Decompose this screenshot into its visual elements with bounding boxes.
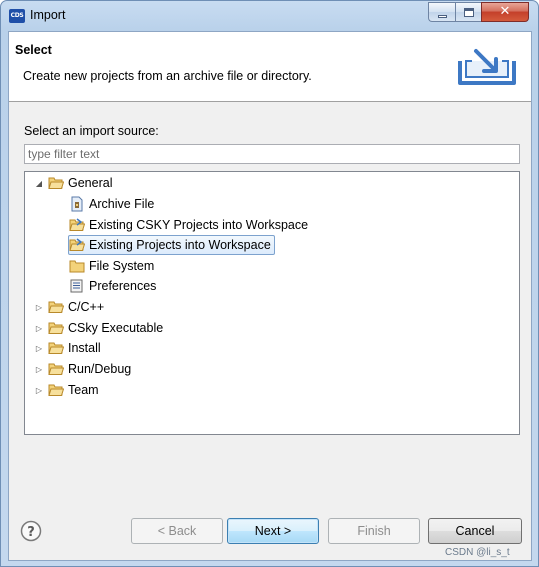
app-logo-icon: CDS [9, 9, 25, 23]
tree-node-label: File System [89, 259, 155, 273]
tree-node-install[interactable]: ▷ Install [34, 338, 101, 358]
finish-button[interactable]: Finish [328, 518, 420, 544]
close-icon: ✕ [499, 4, 511, 19]
dialog-client-area: Select Create new projects from an archi… [8, 31, 532, 561]
folder-open-icon [48, 382, 64, 398]
tree-node-label: Existing Projects into Workspace [89, 238, 271, 252]
minimize-button[interactable] [428, 2, 455, 22]
folder-open-icon [48, 320, 64, 336]
page-title: Select [15, 43, 52, 57]
tree-node-general[interactable]: ◢ General [34, 173, 113, 193]
import-dialog-window: CDS Import ✕ Select Create new projects … [0, 0, 539, 567]
tree-node-existing-projects-selected[interactable]: Existing Projects into Workspace [68, 235, 275, 255]
tree-node-csky-executable[interactable]: ▷ CSky Executable [34, 318, 163, 338]
collapsed-arrow-icon[interactable]: ▷ [34, 302, 44, 312]
archive-file-icon [69, 196, 85, 212]
cancel-button[interactable]: Cancel [428, 518, 522, 544]
folder-open-icon [48, 340, 64, 356]
collapsed-arrow-icon[interactable]: ▷ [34, 364, 44, 374]
tree-node-archive-file[interactable]: Archive File [69, 194, 154, 214]
tree-node-run-debug[interactable]: ▷ Run/Debug [34, 359, 131, 379]
folder-icon [69, 258, 85, 274]
import-banner-icon [458, 49, 516, 85]
folder-open-icon [48, 361, 64, 377]
svg-text:?: ? [27, 525, 35, 540]
minimize-icon [438, 15, 447, 18]
tree-node-label: Run/Debug [68, 362, 132, 376]
tree-node-label: C/C++ [68, 300, 105, 314]
close-button[interactable]: ✕ [481, 2, 529, 22]
tree-node-label: CSky Executable [68, 321, 164, 335]
tree-node-label: Team [68, 383, 99, 397]
page-description: Create new projects from an archive file… [23, 69, 312, 83]
window-title: Import [30, 8, 66, 22]
maximize-button[interactable] [455, 2, 481, 22]
watermark-text: CSDN @li_s_t [445, 547, 510, 558]
tree-node-team[interactable]: ▷ Team [34, 380, 99, 400]
help-icon[interactable]: ? [20, 520, 42, 542]
tree-node-label: Archive File [89, 197, 155, 211]
back-button[interactable]: < Back [131, 518, 223, 544]
tree-node-label: Existing CSKY Projects into Workspace [89, 218, 309, 232]
title-bar[interactable]: CDS Import ✕ [1, 1, 538, 31]
tree-node-label: Preferences [89, 279, 157, 293]
project-folder-icon [69, 237, 85, 253]
folder-open-icon [48, 299, 64, 315]
folder-open-icon [48, 175, 64, 191]
tree-node-cpp[interactable]: ▷ C/C++ [34, 297, 104, 317]
tree-node-label: General [68, 176, 113, 190]
collapsed-arrow-icon[interactable]: ▷ [34, 323, 44, 333]
wizard-header: Select Create new projects from an archi… [9, 32, 531, 102]
next-button[interactable]: Next > [227, 518, 319, 544]
tree-node-label: Install [68, 341, 101, 355]
collapsed-arrow-icon[interactable]: ▷ [34, 343, 44, 353]
import-source-tree[interactable]: ◢ General Archive File Existing CSKY Pro… [24, 171, 520, 435]
tree-node-existing-csky-projects[interactable]: Existing CSKY Projects into Workspace [69, 215, 308, 235]
tree-node-file-system[interactable]: File System [69, 256, 154, 276]
import-source-label: Select an import source: [24, 124, 159, 138]
preferences-icon [69, 278, 85, 294]
project-folder-icon [69, 217, 85, 233]
filter-input[interactable] [24, 144, 520, 164]
tree-node-preferences[interactable]: Preferences [69, 276, 156, 296]
expanded-arrow-icon[interactable]: ◢ [34, 178, 44, 188]
collapsed-arrow-icon[interactable]: ▷ [34, 385, 44, 395]
maximize-icon [464, 8, 474, 17]
